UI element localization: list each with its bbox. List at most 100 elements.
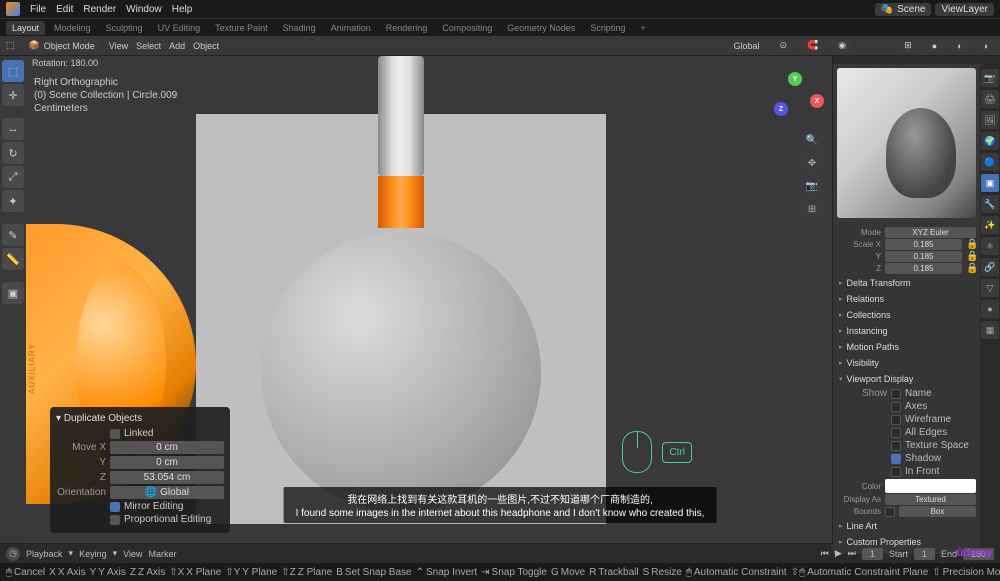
tab-modeling[interactable]: Modeling — [48, 21, 97, 35]
orientation-field[interactable]: 🌐 Global — [110, 486, 224, 499]
gizmo-y-axis[interactable]: Y — [788, 72, 802, 86]
tool-measure[interactable]: 📏 — [2, 248, 24, 270]
play-button[interactable]: ▶ — [835, 548, 842, 559]
timeline-keying[interactable]: Keying — [79, 549, 107, 559]
mode-selector[interactable]: 📦Object Mode — [23, 39, 101, 52]
tab-layout[interactable]: Layout — [6, 21, 45, 35]
header-object[interactable]: Object — [193, 41, 219, 51]
ptab-output[interactable]: 🖨 — [981, 90, 999, 108]
operator-panel[interactable]: ▾ Duplicate Objects Linked Move X0 cm Y0… — [50, 407, 230, 533]
tab-animation[interactable]: Animation — [325, 21, 377, 35]
tab-texturepaint[interactable]: Texture Paint — [209, 21, 274, 35]
display-as-field[interactable]: Textured — [885, 494, 976, 505]
tab-add[interactable]: + — [634, 21, 651, 35]
linked-checkbox[interactable] — [110, 429, 120, 439]
nav-zoom-icon[interactable]: 🔍 — [802, 130, 822, 150]
menu-window[interactable]: Window — [126, 4, 162, 15]
tab-rendering[interactable]: Rendering — [380, 21, 434, 35]
section-relations[interactable]: Relations — [837, 291, 976, 307]
shading-rendered[interactable]: ◑ — [977, 40, 994, 52]
menu-help[interactable]: Help — [172, 4, 193, 15]
viewlayer-selector[interactable]: ViewLayer — [935, 3, 994, 16]
tool-select-box[interactable]: ⬚ — [2, 60, 24, 82]
ptab-render[interactable]: 📷 — [981, 69, 999, 87]
play-forward-button[interactable]: ⏭ — [848, 548, 856, 559]
nav-persp-icon[interactable]: ⊞ — [802, 199, 822, 219]
move-y-field[interactable]: 0 cm — [110, 456, 224, 469]
orientation-selector[interactable]: Global — [728, 40, 766, 52]
timeline-view[interactable]: View — [123, 549, 142, 559]
menu-render[interactable]: Render — [83, 4, 116, 15]
section-collections[interactable]: Collections — [837, 307, 976, 323]
ptab-viewlayer[interactable]: 🖼 — [981, 111, 999, 129]
ptab-scene[interactable]: 🌍 — [981, 132, 999, 150]
ptab-constraints[interactable]: 🔗 — [981, 258, 999, 276]
nav-camera-icon[interactable]: 📷 — [802, 176, 822, 196]
scene-selector[interactable]: 🎭Scene — [875, 3, 932, 16]
timeline-marker[interactable]: Marker — [148, 549, 176, 559]
properties-panel[interactable]: ModeXYZ Euler Scale X0.185🔒 Y0.185🔒 Z0.1… — [833, 222, 980, 554]
tool-addcube[interactable]: ▣ — [2, 282, 24, 304]
tab-sculpting[interactable]: Sculpting — [100, 21, 149, 35]
tool-annotate[interactable]: ✎ — [2, 224, 24, 246]
check-bounds[interactable] — [885, 507, 895, 517]
ptab-object[interactable]: ▣ — [981, 174, 999, 192]
ptab-data[interactable]: ▽ — [981, 279, 999, 297]
navigation-gizmo[interactable]: Y X Z — [768, 64, 824, 120]
move-x-field[interactable]: 0 cm — [110, 441, 224, 454]
tab-uvediting[interactable]: UV Editing — [152, 21, 207, 35]
proportional-checkbox[interactable] — [110, 515, 120, 525]
check-all-edges[interactable] — [891, 428, 901, 438]
shading-wireframe[interactable]: ⊞ — [898, 39, 918, 52]
check-name[interactable] — [891, 389, 901, 399]
check-shadow[interactable] — [891, 454, 901, 464]
shading-solid[interactable]: ● — [926, 40, 943, 52]
check-wireframe[interactable] — [891, 415, 901, 425]
menu-edit[interactable]: Edit — [56, 4, 73, 15]
viewport-3d[interactable]: Rotation: 180.00 Right Orthographic (0) … — [26, 56, 832, 543]
shading-material[interactable]: ◐ — [951, 40, 968, 52]
scale-y-field[interactable]: 0.185 — [885, 251, 962, 262]
nav-pan-icon[interactable]: ✥ — [802, 153, 822, 173]
move-z-field[interactable]: 53.054 cm — [110, 471, 224, 484]
start-frame-field[interactable]: 1 — [914, 548, 935, 560]
header-select[interactable]: Select — [136, 41, 161, 51]
header-add[interactable]: Add — [169, 41, 185, 51]
check-in-front[interactable] — [891, 467, 901, 477]
tool-cursor[interactable]: ✛ — [2, 84, 24, 106]
color-field[interactable] — [885, 479, 976, 493]
mirror-checkbox[interactable] — [110, 502, 120, 512]
ptab-modifiers[interactable]: 🔧 — [981, 195, 999, 213]
gizmo-z-axis[interactable]: Z — [774, 102, 788, 116]
proportional-toggle[interactable]: ◉ — [832, 39, 852, 52]
check-texture-space[interactable] — [891, 441, 901, 451]
tool-scale[interactable]: ⤢ — [2, 166, 24, 188]
tab-scripting[interactable]: Scripting — [584, 21, 631, 35]
timeline-playback[interactable]: Playback — [26, 549, 63, 559]
check-axes[interactable] — [891, 402, 901, 412]
section-motion-paths[interactable]: Motion Paths — [837, 339, 976, 355]
tab-compositing[interactable]: Compositing — [436, 21, 498, 35]
editor-type-icon[interactable]: ⬚ — [6, 40, 15, 51]
scale-x-field[interactable]: 0.185 — [885, 239, 962, 250]
section-visibility[interactable]: Visibility — [837, 355, 976, 371]
tool-move[interactable]: ↔ — [2, 118, 24, 140]
ptab-texture[interactable]: ▦ — [981, 321, 999, 339]
rotation-mode-field[interactable]: XYZ Euler — [885, 227, 976, 238]
bounds-field[interactable]: Box — [899, 506, 976, 517]
current-frame-field[interactable]: 1 — [862, 548, 883, 560]
gizmo-x-axis[interactable]: X — [810, 94, 824, 108]
section-viewport-display[interactable]: Viewport Display — [837, 371, 976, 387]
tool-transform[interactable]: ✦ — [2, 190, 24, 212]
ptab-particles[interactable]: ✨ — [981, 216, 999, 234]
tab-shading[interactable]: Shading — [277, 21, 322, 35]
ptab-material[interactable]: ● — [981, 300, 999, 318]
timeline-editor-icon[interactable]: ◷ — [6, 547, 20, 561]
snap-toggle[interactable]: 🧲 — [801, 39, 824, 52]
pivot-selector[interactable]: ⊙ — [774, 39, 794, 52]
outliner[interactable]: ▾🗀 Scene Collection ▾📁 Collection☑ 👁 📷 ▸… — [833, 56, 1000, 64]
tab-geonodes[interactable]: Geometry Nodes — [501, 21, 581, 35]
scale-z-field[interactable]: 0.185 — [885, 263, 962, 274]
ptab-physics[interactable]: ⚛ — [981, 237, 999, 255]
ptab-world[interactable]: 🔵 — [981, 153, 999, 171]
